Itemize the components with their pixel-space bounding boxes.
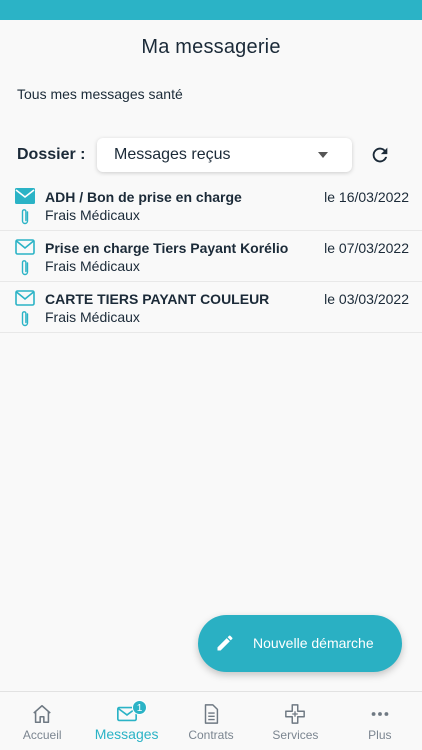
tab-label: Messages	[94, 726, 159, 742]
envelope-icon	[15, 239, 35, 255]
new-request-button[interactable]: Nouvelle démarche	[198, 615, 402, 672]
tab-plus[interactable]: Plus	[338, 692, 422, 750]
pencil-icon	[217, 635, 233, 651]
page-title: Ma messagerie	[141, 36, 281, 58]
tab-messages[interactable]: Messages	[84, 692, 168, 750]
refresh-button[interactable]	[369, 144, 391, 166]
message-subject: CARTE TIERS PAYANT COULEUR	[45, 291, 270, 307]
message-subject: ADH / Bon de prise en charge	[45, 189, 242, 205]
message-date: le 07/03/2022	[324, 240, 409, 256]
tab-services[interactable]: Services	[253, 692, 337, 750]
message-list: ADH / Bon de prise en charge Frais Médic…	[0, 180, 422, 333]
message-category: Frais Médicaux	[45, 309, 140, 325]
bottom-tab-bar: Accueil Messages Contrats Services Plus	[0, 691, 422, 750]
folder-dropdown[interactable]: Messages reçus	[97, 138, 352, 172]
tab-label: Contrats	[188, 728, 234, 742]
folder-label: Dossier :	[17, 146, 86, 163]
envelope-icon	[15, 290, 35, 306]
tab-accueil[interactable]: Accueil	[0, 692, 84, 750]
tab-label: Services	[272, 728, 319, 742]
attachment-icon	[21, 260, 29, 276]
top-accent-bar	[0, 0, 422, 20]
page-subtitle: Tous mes messages santé	[17, 86, 183, 102]
attachment-icon	[21, 209, 29, 225]
message-date: le 16/03/2022	[324, 189, 409, 205]
new-request-label: Nouvelle démarche	[253, 635, 374, 651]
message-row[interactable]: ADH / Bon de prise en charge Frais Médic…	[0, 180, 422, 231]
folder-dropdown-value: Messages reçus	[114, 146, 231, 163]
message-row[interactable]: CARTE TIERS PAYANT COULEUR Frais Médicau…	[0, 282, 422, 333]
message-row[interactable]: Prise en charge Tiers Payant Korélio Fra…	[0, 231, 422, 282]
message-subject: Prise en charge Tiers Payant Korélio	[45, 240, 289, 256]
home-icon	[33, 704, 51, 724]
tab-contrats[interactable]: Contrats	[169, 692, 253, 750]
chevron-down-icon	[318, 152, 328, 158]
tab-label: Accueil	[22, 728, 62, 742]
tab-label: Plus	[368, 728, 392, 742]
refresh-icon	[372, 147, 388, 163]
message-category: Frais Médicaux	[45, 258, 140, 274]
attachment-icon	[21, 311, 29, 327]
message-category: Frais Médicaux	[45, 207, 140, 223]
message-date: le 03/03/2022	[324, 291, 409, 307]
messages-count-badge: 1	[132, 700, 147, 715]
medical-cross-icon	[285, 704, 306, 724]
envelope-icon	[15, 188, 35, 204]
document-icon	[204, 704, 219, 724]
more-icon	[371, 712, 389, 716]
